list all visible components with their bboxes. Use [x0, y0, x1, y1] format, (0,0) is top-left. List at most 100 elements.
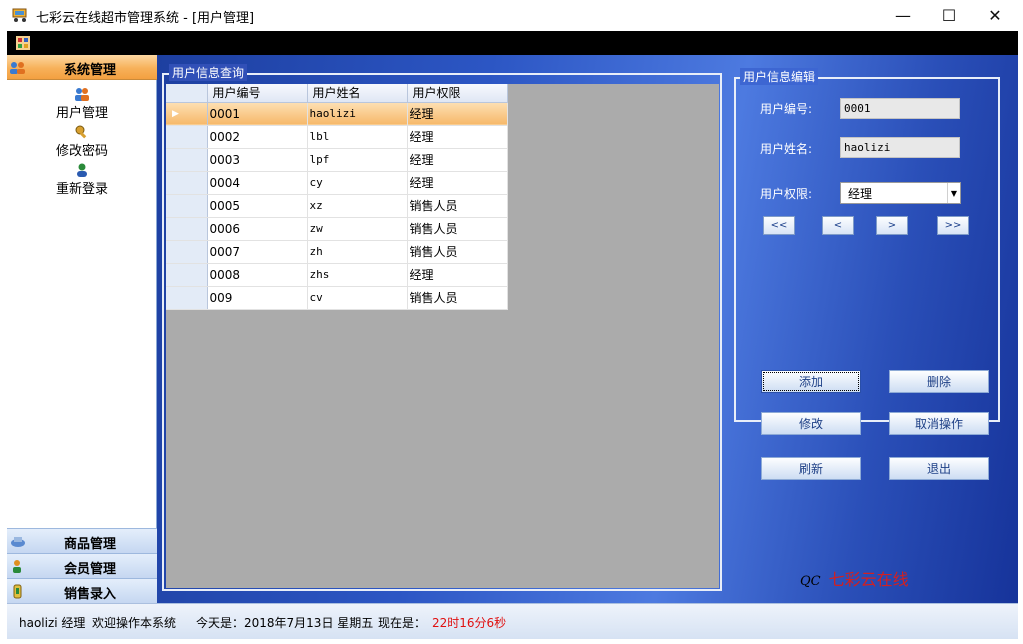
first-record-button[interactable]: <<: [763, 216, 795, 235]
right-edge: [1018, 0, 1023, 644]
status-welcome: 欢迎操作本系统: [92, 616, 177, 630]
window-menu-icon[interactable]: [16, 36, 30, 50]
brand-logo-text: 七彩云在线: [828, 570, 909, 589]
column-header-id[interactable]: 用户编号: [207, 84, 308, 103]
cell-role[interactable]: 经理: [407, 171, 508, 195]
user-query-legend: 用户信息查询: [169, 64, 248, 81]
user-name-label: 用户姓名:: [760, 142, 813, 156]
cell-name[interactable]: lpf: [307, 148, 408, 172]
row-header[interactable]: [166, 286, 208, 310]
cell-name[interactable]: cy: [307, 171, 408, 195]
brand-logo-mark: QC: [800, 574, 821, 589]
cell-id[interactable]: 0006: [207, 217, 308, 241]
status-today: 今天是：2018年7月13日 星期五: [196, 616, 374, 630]
cell-name[interactable]: xz: [307, 194, 408, 218]
cell-name[interactable]: zh: [307, 240, 408, 264]
nav-section-system[interactable]: 系统管理: [7, 55, 157, 80]
next-record-button[interactable]: >: [876, 216, 908, 235]
cell-role[interactable]: 经理: [407, 148, 508, 172]
cell-name[interactable]: cv: [307, 286, 408, 310]
table-row[interactable]: 009 cv 销售人员: [166, 286, 508, 310]
member-icon: [13, 560, 21, 573]
user-role-label: 用户权限:: [760, 187, 813, 201]
table-row[interactable]: 0005 xz 销售人员: [166, 194, 508, 218]
row-header[interactable]: [166, 263, 208, 287]
row-header[interactable]: [166, 217, 208, 241]
user-grid[interactable]: 用户编号 用户姓名 用户权限 ▶ 0001 haolizi 经理 0002 lb…: [166, 84, 508, 310]
close-button[interactable]: ✕: [972, 0, 1018, 31]
table-row[interactable]: 0002 lbl 经理: [166, 125, 508, 149]
cell-id[interactable]: 0004: [207, 171, 308, 195]
app-cart-icon: [12, 8, 27, 22]
grid-corner-cell[interactable]: [166, 84, 208, 103]
user-id-field[interactable]: 0001: [840, 98, 960, 119]
cell-id[interactable]: 0003: [207, 148, 308, 172]
table-row[interactable]: 0003 lpf 经理: [166, 148, 508, 172]
column-header-name[interactable]: 用户姓名: [307, 84, 408, 103]
cell-role[interactable]: 销售人员: [407, 240, 508, 264]
chevron-down-icon[interactable]: ▼: [947, 183, 960, 203]
nav-item-relogin[interactable]: 重新登录: [7, 162, 157, 197]
cell-id[interactable]: 009: [207, 286, 308, 310]
row-selected-marker-icon[interactable]: ▶: [166, 102, 208, 126]
brand-logo: QC 七彩云在线: [800, 566, 909, 590]
modify-button[interactable]: 修改: [761, 412, 861, 435]
row-header[interactable]: [166, 171, 208, 195]
table-row[interactable]: 0004 cy 经理: [166, 171, 508, 195]
users-icon: [75, 88, 89, 101]
nav-section-label: 商品管理: [64, 537, 117, 552]
nav-section-label: 系统管理: [64, 63, 117, 78]
previous-record-button[interactable]: <: [822, 216, 854, 235]
cell-role[interactable]: 销售人员: [407, 194, 508, 218]
nav-item-change-password[interactable]: 修改密码: [7, 124, 157, 159]
row-header[interactable]: [166, 148, 208, 172]
cell-id[interactable]: 0005: [207, 194, 308, 218]
refresh-button[interactable]: 刷新: [761, 457, 861, 480]
nav-item-user-management[interactable]: 用户管理: [7, 86, 157, 121]
last-record-button[interactable]: >>: [937, 216, 969, 235]
column-header-role[interactable]: 用户权限: [407, 84, 508, 103]
table-row[interactable]: ▶ 0001 haolizi 经理: [166, 102, 508, 126]
minimize-button[interactable]: —: [880, 0, 926, 31]
delete-button[interactable]: 删除: [889, 370, 989, 393]
add-button[interactable]: 添加: [761, 370, 861, 393]
cell-role[interactable]: 经理: [407, 263, 508, 287]
user-login-icon: [77, 163, 87, 177]
nav-section-members[interactable]: 会员管理: [7, 553, 157, 578]
nav-section-label: 会员管理: [64, 562, 117, 577]
cell-id[interactable]: 0002: [207, 125, 308, 149]
user-role-select[interactable]: 经理 ▼: [840, 182, 961, 204]
cell-role[interactable]: 销售人员: [407, 286, 508, 310]
user-id-label: 用户编号:: [760, 102, 813, 116]
cell-id[interactable]: 0008: [207, 263, 308, 287]
table-row[interactable]: 0006 zw 销售人员: [166, 217, 508, 241]
left-navigation: 系统管理 用户管理 修改密码 重新登录 商品管理 会员管理 销售录入: [7, 55, 157, 603]
cell-id[interactable]: 0001: [207, 102, 308, 126]
cell-role[interactable]: 经理: [407, 102, 508, 126]
cell-name[interactable]: haolizi: [307, 102, 408, 126]
users-icon: [10, 62, 25, 74]
grid-header-row: 用户编号 用户姓名 用户权限: [166, 84, 508, 103]
menu-strip: [7, 31, 1018, 55]
status-user: haolizi 经理: [19, 616, 86, 630]
row-header[interactable]: [166, 125, 208, 149]
cancel-operation-button[interactable]: 取消操作: [889, 412, 989, 435]
cell-name[interactable]: lbl: [307, 125, 408, 149]
nav-section-goods[interactable]: 商品管理: [7, 528, 157, 553]
cell-id[interactable]: 0007: [207, 240, 308, 264]
user-role-value: 经理: [848, 187, 873, 201]
user-name-field[interactable]: haolizi: [840, 137, 960, 158]
maximize-button[interactable]: ☐: [926, 0, 972, 31]
cell-role[interactable]: 销售人员: [407, 217, 508, 241]
row-header[interactable]: [166, 194, 208, 218]
sales-icon: [13, 584, 22, 599]
exit-button[interactable]: 退出: [889, 457, 989, 480]
cell-name[interactable]: zhs: [307, 263, 408, 287]
table-row[interactable]: 0007 zh 销售人员: [166, 240, 508, 264]
cell-name[interactable]: zw: [307, 217, 408, 241]
table-row[interactable]: 0008 zhs 经理: [166, 263, 508, 287]
nav-section-sales[interactable]: 销售录入: [7, 578, 157, 603]
bottom-strip: [0, 639, 1023, 644]
cell-role[interactable]: 经理: [407, 125, 508, 149]
row-header[interactable]: [166, 240, 208, 264]
